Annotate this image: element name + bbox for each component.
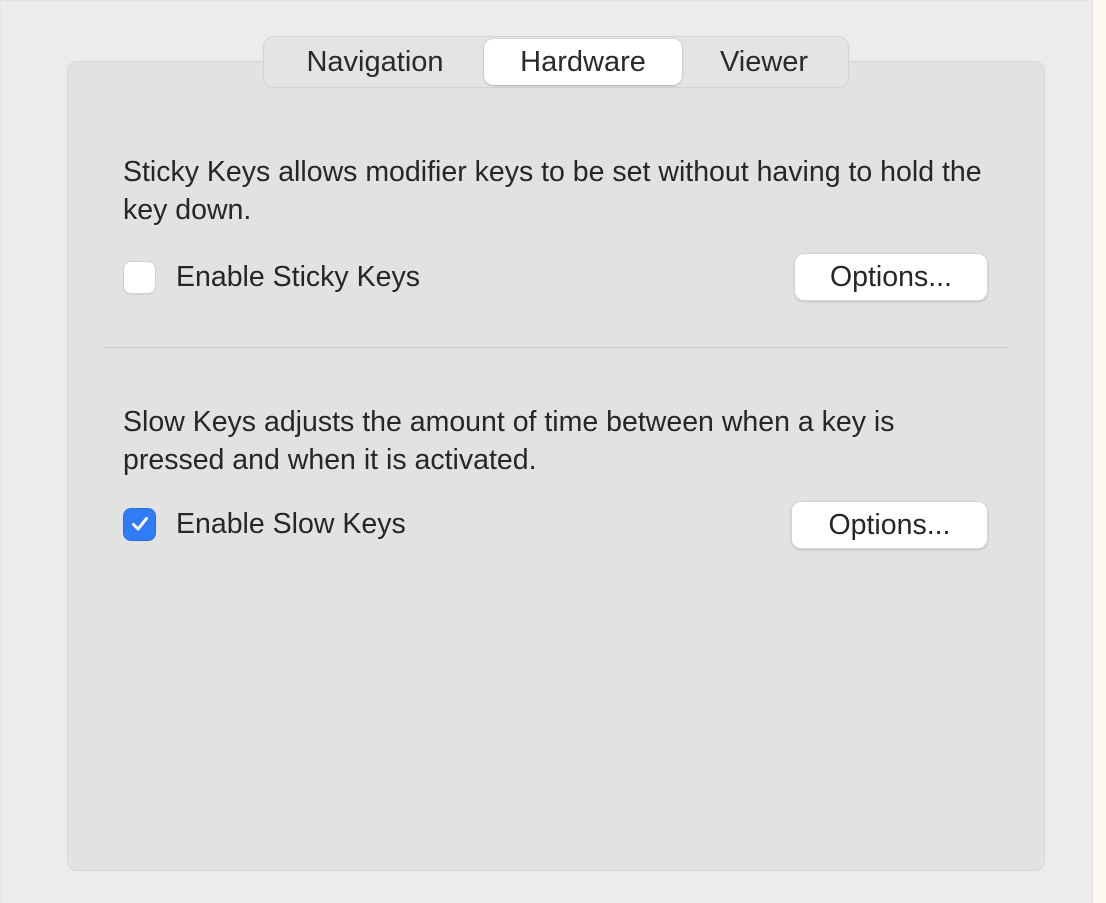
- enable-slow-keys-checkbox[interactable]: [123, 507, 156, 541]
- tab-segmented-control: Navigation Hardware Viewer: [263, 36, 849, 88]
- tab-navigation[interactable]: Navigation: [266, 39, 484, 85]
- slow-keys-row: Enable Slow Keys: [123, 504, 406, 544]
- slow-keys-options-button[interactable]: Options...: [791, 501, 988, 549]
- background-strip: [1093, 0, 1106, 903]
- enable-sticky-keys-checkbox[interactable]: [123, 260, 156, 294]
- preferences-window: Navigation Hardware Viewer Sticky Keys a…: [0, 0, 1093, 903]
- checkmark-icon: [131, 517, 148, 531]
- section-divider: [103, 347, 1007, 348]
- sticky-keys-description: Sticky Keys allows modifier keys to be s…: [123, 156, 982, 226]
- tab-hardware[interactable]: Hardware: [484, 39, 682, 85]
- sticky-keys-row: Enable Sticky Keys: [123, 257, 420, 297]
- tab-viewer[interactable]: Viewer: [682, 39, 846, 85]
- sticky-keys-options-button[interactable]: Options...: [794, 253, 988, 301]
- slow-keys-description: Slow Keys adjusts the amount of time bet…: [123, 406, 895, 476]
- enable-slow-keys-label[interactable]: Enable Slow Keys: [176, 508, 406, 541]
- enable-sticky-keys-label[interactable]: Enable Sticky Keys: [176, 261, 420, 294]
